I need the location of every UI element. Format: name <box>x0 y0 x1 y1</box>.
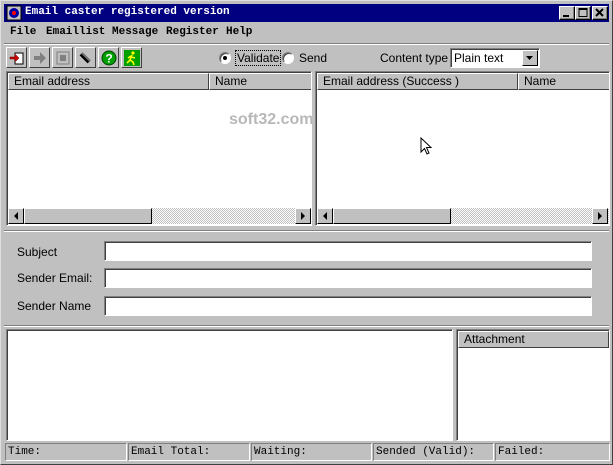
svg-text:?: ? <box>105 52 112 66</box>
content-type-select[interactable]: Plain text <box>450 48 540 68</box>
status-time: Time: <box>5 443 127 461</box>
status-email-total: Email Total: <box>128 443 250 461</box>
column-header-email[interactable]: Email address <box>8 73 209 90</box>
close-icon <box>595 8 604 17</box>
mouse-cursor-icon <box>420 137 433 155</box>
dropdown-button[interactable] <box>522 50 538 66</box>
toolbar-separator <box>4 43 609 45</box>
sender-email-input[interactable] <box>104 268 592 288</box>
open-list-icon <box>9 52 24 65</box>
status-failed: Failed: <box>495 443 610 461</box>
scroll-thumb[interactable] <box>333 208 451 224</box>
horizontal-scrollbar[interactable] <box>8 208 311 224</box>
close-button[interactable] <box>592 6 608 20</box>
attachment-list[interactable]: Attachment <box>456 329 610 441</box>
minimize-button[interactable] <box>559 6 575 20</box>
column-header-name[interactable]: Name <box>209 73 311 90</box>
chevron-down-icon <box>526 56 533 60</box>
success-list[interactable]: Email address (Success ) Name <box>315 71 610 226</box>
send-radio[interactable] <box>282 52 294 64</box>
window-title: Email caster registered version <box>25 6 230 18</box>
horizontal-scrollbar[interactable] <box>317 208 609 224</box>
column-header-email-success[interactable]: Email address (Success ) <box>317 73 518 90</box>
sender-name-input[interactable] <box>104 296 592 316</box>
column-header-name[interactable]: Name <box>518 73 609 90</box>
sender-name-label: Sender Name <box>17 299 92 313</box>
next-button[interactable] <box>29 47 50 68</box>
maximize-icon <box>578 8 588 17</box>
open-list-button[interactable] <box>6 47 27 68</box>
scroll-right-button[interactable] <box>295 208 311 224</box>
watermark: soft32.com <box>229 111 314 128</box>
scroll-thumb[interactable] <box>24 208 152 224</box>
menu-file[interactable]: File <box>10 26 36 38</box>
arrow-left-icon <box>323 212 327 220</box>
panel-separator <box>4 230 609 232</box>
title-bar[interactable]: Email caster registered version <box>4 4 609 22</box>
sender-email-label: Sender Email: <box>17 271 93 285</box>
stop-button[interactable] <box>52 47 73 68</box>
scroll-left-button[interactable] <box>8 208 24 224</box>
attachment-header[interactable]: Attachment <box>458 331 609 348</box>
subject-label: Subject <box>17 245 58 259</box>
validate-label[interactable]: Validate <box>234 50 282 66</box>
menu-bar: File Emaillist Message Register Help <box>4 23 609 43</box>
menu-emaillist[interactable]: Emaillist <box>46 26 105 38</box>
attach-icon <box>79 52 91 64</box>
menu-message[interactable]: Message <box>112 26 158 38</box>
run-icon <box>124 50 140 66</box>
panel-separator <box>4 325 609 327</box>
content-type-value: Plain text <box>454 51 504 65</box>
minimize-icon <box>563 15 569 17</box>
message-body-textarea[interactable] <box>6 329 453 441</box>
run-button[interactable] <box>121 47 142 68</box>
scroll-right-button[interactable] <box>592 208 608 224</box>
status-sended: Sended (Valid): <box>373 443 494 461</box>
attach-button[interactable] <box>75 47 96 68</box>
next-arrow-icon <box>34 52 46 64</box>
stop-icon <box>56 51 70 65</box>
arrow-right-icon <box>301 212 305 220</box>
arrow-right-icon <box>598 212 602 220</box>
validate-radio[interactable] <box>219 52 231 64</box>
help-icon: ? <box>101 50 117 66</box>
app-window: Email caster registered version File Ema… <box>0 0 613 465</box>
scroll-left-button[interactable] <box>317 208 333 224</box>
content-type-label: Content type <box>380 51 449 65</box>
menu-help[interactable]: Help <box>226 26 252 38</box>
maximize-button[interactable] <box>575 6 591 20</box>
app-icon <box>6 5 22 21</box>
menu-register[interactable]: Register <box>166 26 219 38</box>
arrow-left-icon <box>14 212 18 220</box>
help-button[interactable]: ? <box>98 47 119 68</box>
status-waiting: Waiting: <box>251 443 372 461</box>
send-label[interactable]: Send <box>299 51 327 65</box>
subject-input[interactable] <box>104 241 592 261</box>
email-list[interactable]: Email address Name <box>6 71 312 226</box>
